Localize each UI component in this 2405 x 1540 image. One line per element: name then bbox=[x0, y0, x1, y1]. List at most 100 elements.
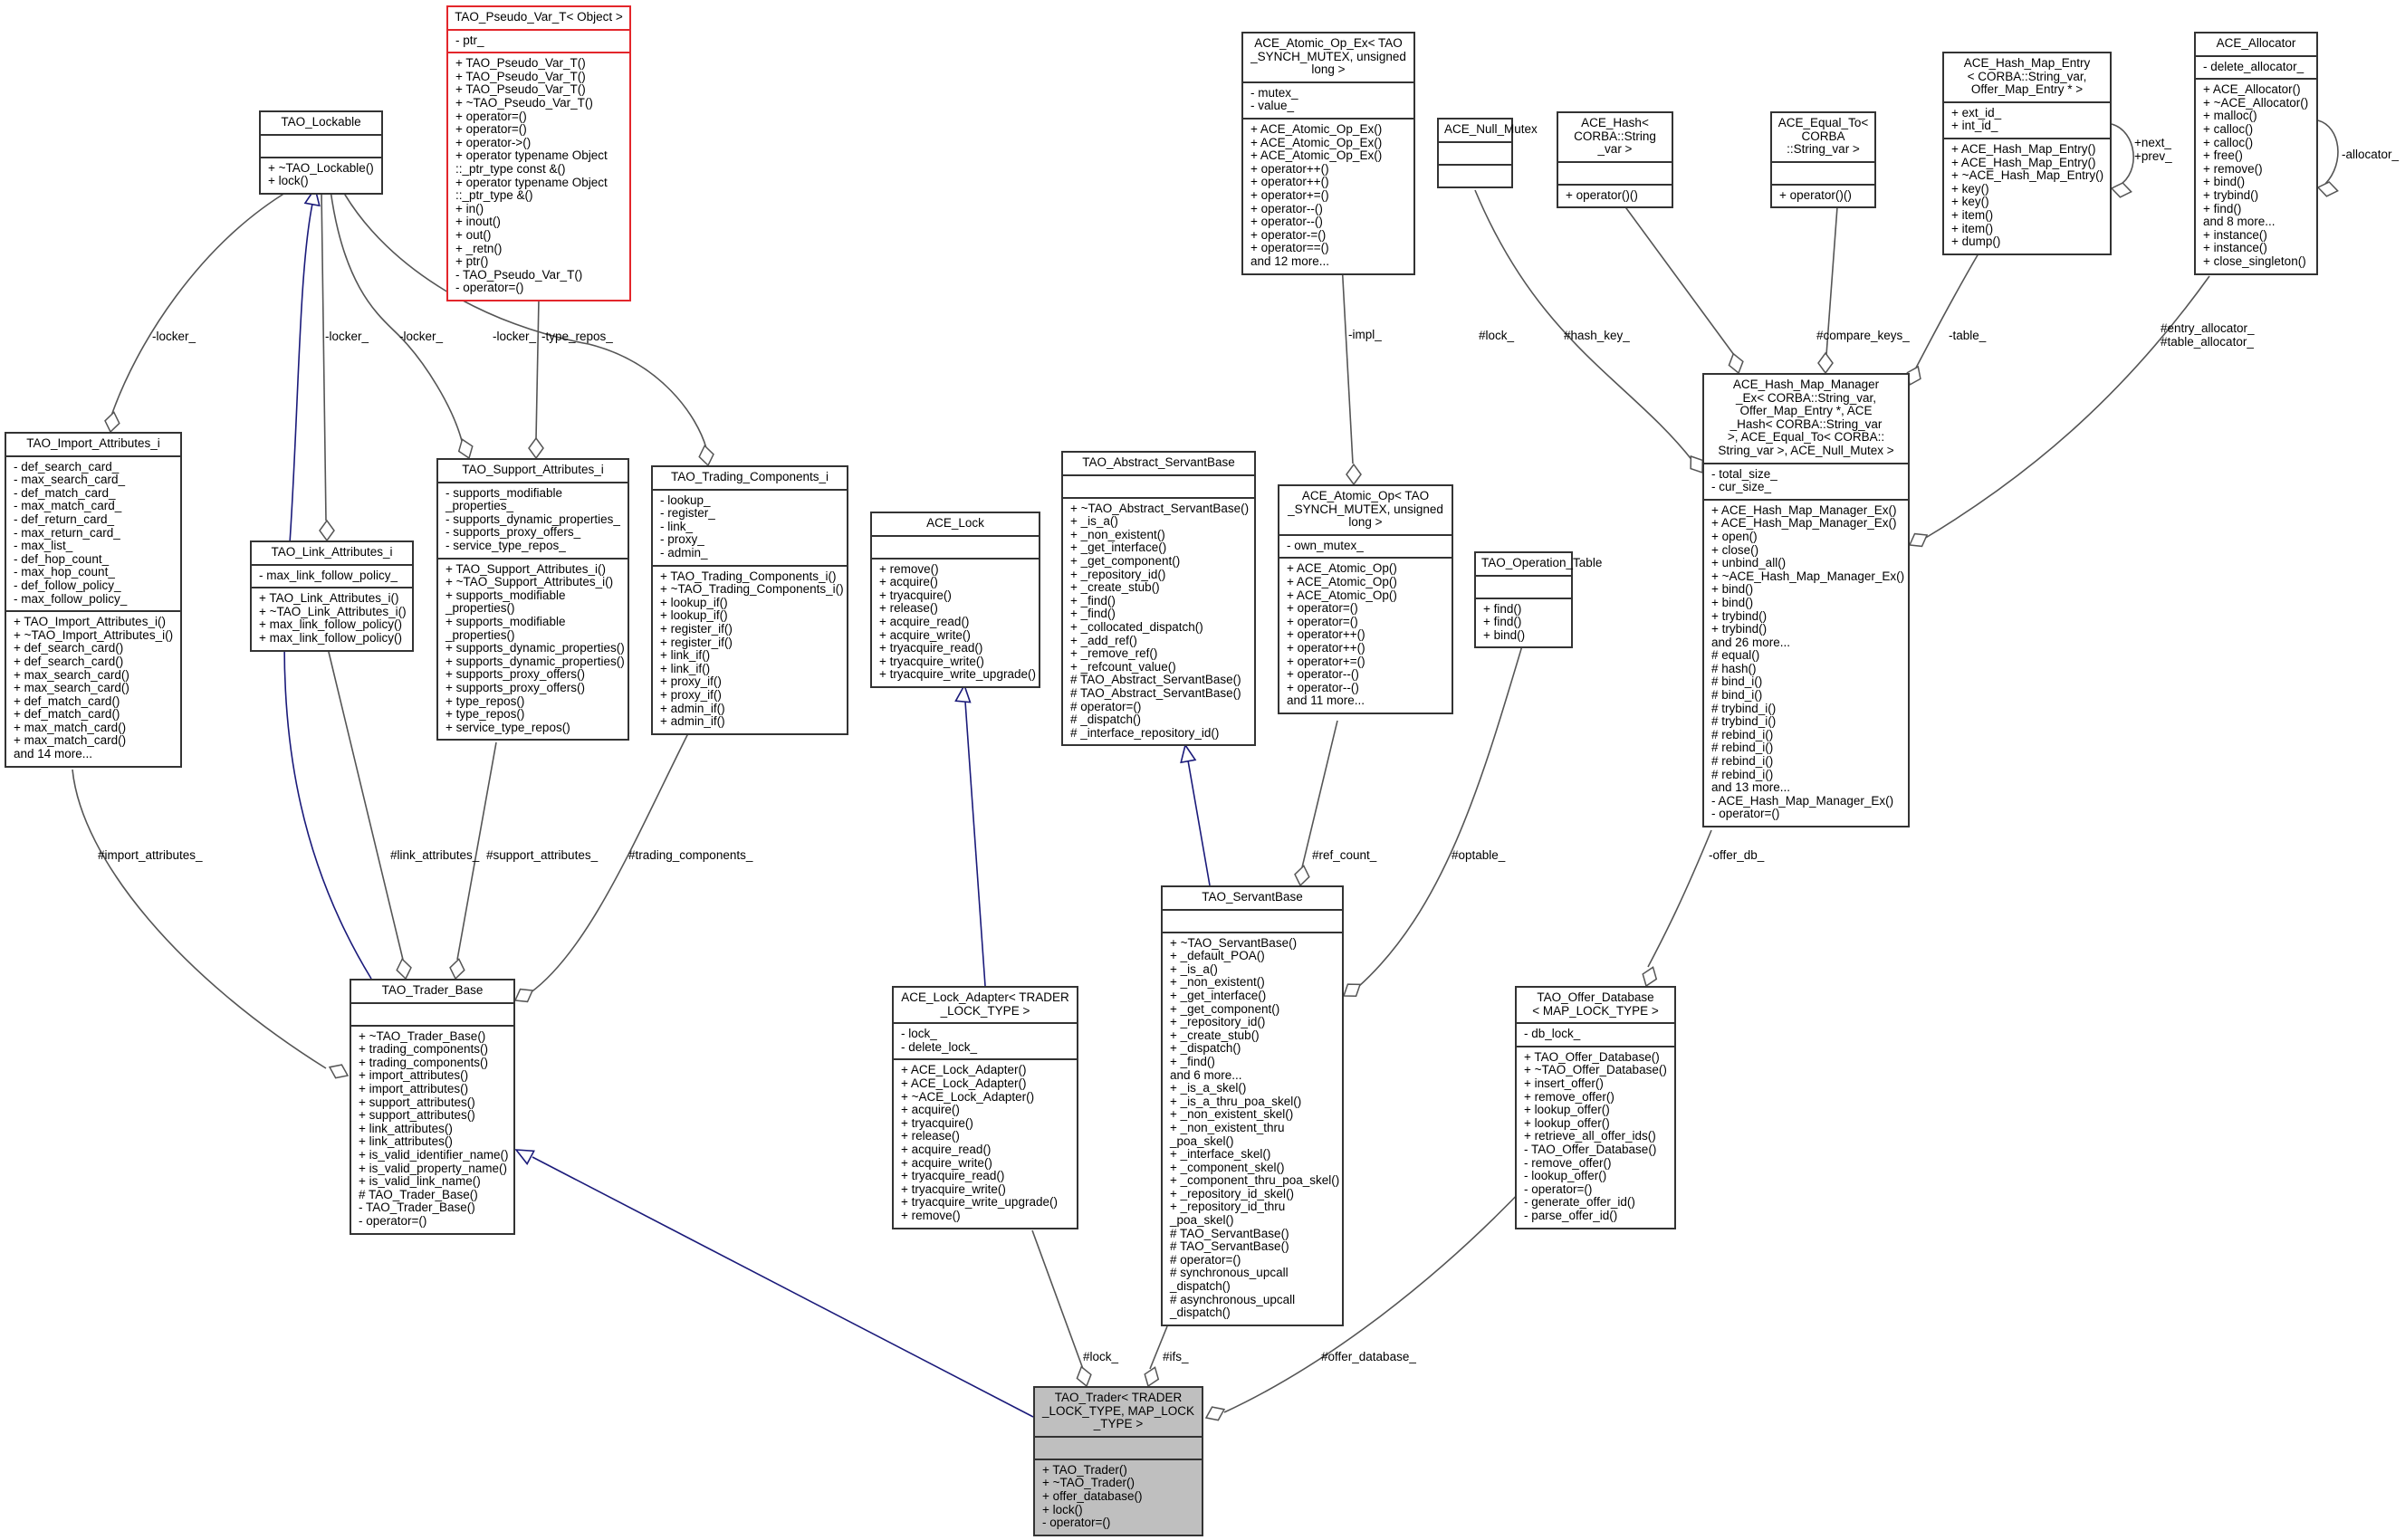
method-row: + calloc() bbox=[2203, 135, 2254, 149]
class-ace-atomic-op-ex[interactable]: ACE_Atomic_Op_Ex< TAO _SYNCH_MUTEX, unsi… bbox=[1241, 32, 1415, 275]
method-row: + support_attributes() bbox=[359, 1108, 475, 1123]
method-row: + trading_components() bbox=[359, 1042, 488, 1057]
method-row: - operator=() bbox=[1042, 1516, 1111, 1530]
method-row: + max_link_follow_policy() bbox=[259, 630, 402, 645]
method-row: + TAO_Trading_Components_i() bbox=[660, 569, 837, 583]
class-tao-abstract-servantbase[interactable]: TAO_Abstract_ServantBase + ~TAO_Abstract_… bbox=[1061, 451, 1256, 747]
method-row: # trybind_i() bbox=[1711, 714, 1777, 729]
method-row: + malloc() bbox=[2203, 109, 2257, 123]
aggregation-diamond-icon bbox=[1076, 1365, 1092, 1388]
method-row: + supports_dynamic_properties() bbox=[446, 641, 625, 655]
aggregation-diamond-icon bbox=[513, 988, 534, 1003]
class-tao-offer-database[interactable]: TAO_Offer_Database < MAP_LOCK_TYPE > - db… bbox=[1515, 986, 1676, 1229]
method-row: # TAO_Abstract_ServantBase() bbox=[1070, 685, 1241, 700]
aggregation-diamond-icon bbox=[2316, 181, 2339, 197]
method-row: + _is_a_thru_poa_skel() bbox=[1170, 1094, 1302, 1108]
attribute-row: - def_hop_count_ bbox=[14, 551, 110, 566]
class-methods: + ~TAO_Abstract_ServantBase() + _is_a() + … bbox=[1063, 496, 1254, 745]
class-attributes bbox=[872, 534, 1039, 558]
class-ace-hash-map-manager-ex[interactable]: ACE_Hash_Map_Manager _Ex< CORBA::String_… bbox=[1702, 373, 1910, 827]
method-row: + operator++() bbox=[1250, 161, 1329, 176]
method-row: + acquire() bbox=[901, 1103, 960, 1117]
class-ace-allocator[interactable]: ACE_Allocator - delete_allocator_ + ACE_Al… bbox=[2194, 32, 2318, 275]
class-tao-trader-base[interactable]: TAO_Trader_Base + ~TAO_Trader_Base() + tra… bbox=[350, 979, 515, 1235]
class-tao-pseudo-var[interactable]: TAO_Pseudo_Var_T< Object > - ptr_ + TAO_Ps… bbox=[446, 5, 631, 301]
class-tao-operation-table[interactable]: TAO_Operation_Table + find() + find() + bin… bbox=[1474, 551, 1602, 649]
method-row: + ~ACE_Hash_Map_Entry() bbox=[1951, 168, 2104, 183]
method-row: + operator==() bbox=[1250, 241, 1329, 255]
method-row: + ~TAO_Link_Attributes_i() bbox=[259, 604, 407, 618]
attribute-row: - max_search_card_ bbox=[14, 473, 126, 487]
class-attributes: - ptr_ bbox=[448, 28, 629, 53]
method-row: + trading_components() bbox=[359, 1055, 488, 1069]
method-row: + lookup_offer() bbox=[1524, 1103, 1610, 1117]
class-tao-import-attributes[interactable]: TAO_Import_Attributes_i - def_search_card… bbox=[5, 432, 182, 768]
method-row: # operator=() bbox=[1170, 1252, 1241, 1267]
class-ace-equal-to[interactable]: ACE_Equal_To< CORBA ::String_var > + oper… bbox=[1770, 111, 1876, 209]
class-tao-trading-components[interactable]: TAO_Trading_Components_i - lookup_ - regis… bbox=[651, 465, 848, 735]
class-tao-trader[interactable]: TAO_Trader< TRADER _LOCK_TYPE, MAP_LOCK … bbox=[1033, 1386, 1203, 1536]
aggregation-diamond-icon bbox=[1690, 454, 1704, 474]
method-row: + close_singleton() bbox=[2203, 253, 2306, 268]
aggregation-diamond-icon bbox=[1817, 351, 1834, 375]
method-row: + _default_POA() bbox=[1170, 949, 1265, 963]
class-ace-atomic-op[interactable]: ACE_Atomic_Op< TAO _SYNCH_MUTEX, unsigne… bbox=[1278, 484, 1453, 714]
aggregation-diamond-icon bbox=[457, 438, 474, 460]
class-attributes: + ext_id_ + int_id_ bbox=[1944, 100, 2110, 138]
class-tao-link-attributes[interactable]: TAO_Link_Attributes_i - max_link_follow_p… bbox=[250, 540, 414, 652]
class-title: ACE_Hash< CORBA::String _var > bbox=[1574, 116, 1656, 157]
method-row: + TAO_Pseudo_Var_T() bbox=[455, 82, 586, 97]
attribute-row: - max_follow_policy_ bbox=[14, 591, 128, 606]
method-row: + def_match_card() bbox=[14, 707, 120, 722]
method-row: # rebind_i() bbox=[1711, 754, 1774, 769]
edge-label-link-attributes: #link_attributes_ bbox=[390, 848, 480, 862]
class-ace-lock[interactable]: ACE_Lock + remove() + acquire() + tryacquir… bbox=[870, 512, 1040, 688]
class-methods: + TAO_Import_Attributes_i() + ~TAO_Import… bbox=[6, 610, 180, 766]
method-row: + ~TAO_Pseudo_Var_T() bbox=[455, 95, 593, 110]
aggregation-diamond-icon bbox=[1294, 865, 1310, 887]
edge-label-next-prev: +next_ +prev_ bbox=[2134, 136, 2172, 163]
edge-label-compare-keys: #compare_keys_ bbox=[1816, 329, 1910, 342]
class-tao-support-attributes[interactable]: TAO_Support_Attributes_i - supports_modif… bbox=[436, 458, 629, 741]
class-title: TAO_Trader_Base bbox=[381, 983, 484, 997]
class-ace-hash-map-entry[interactable]: ACE_Hash_Map_Entry < CORBA::String_var, … bbox=[1942, 52, 2112, 255]
method-row: + supports_proxy_offers() bbox=[446, 667, 585, 682]
method-row: # TAO_ServantBase() bbox=[1170, 1239, 1289, 1254]
method-row: + unbind_all() bbox=[1711, 556, 1787, 570]
class-tao-lockable[interactable]: TAO_Lockable + ~TAO_Lockable() + lock() bbox=[259, 110, 383, 195]
class-methods: + ACE_Hash_Map_Manager_Ex() + ACE_Hash_Ma… bbox=[1704, 498, 1908, 826]
method-row: + offer_database() bbox=[1042, 1488, 1143, 1503]
method-row: + ~TAO_Import_Attributes_i() bbox=[14, 627, 174, 642]
method-row: + def_match_card() bbox=[14, 693, 120, 708]
method-row: + admin_if() bbox=[660, 701, 725, 715]
method-row: + operator--() bbox=[1250, 201, 1323, 215]
method-row: + TAO_Trader() bbox=[1042, 1462, 1127, 1477]
edge-label-locker-import: -locker_ bbox=[152, 330, 196, 343]
class-attributes bbox=[1476, 574, 1571, 598]
method-row: and 12 more... bbox=[1250, 253, 1330, 268]
class-title: TAO_Import_Attributes_i bbox=[26, 436, 160, 450]
edge-inherit-ace-lock bbox=[964, 701, 986, 987]
class-methods: + TAO_Trader() + ~TAO_Trader() + offer_dat… bbox=[1035, 1458, 1202, 1535]
method-row: + trybind() bbox=[2203, 187, 2259, 202]
attribute-row: - own_mutex_ bbox=[1287, 538, 1364, 552]
aggregation-diamond-icon bbox=[2110, 182, 2132, 198]
method-row: _properties() bbox=[446, 627, 515, 642]
class-ace-lock-adapter[interactable]: ACE_Lock_Adapter< TRADER _LOCK_TYPE > - l… bbox=[892, 986, 1078, 1229]
class-ace-null-mutex[interactable]: ACE_Null_Mutex bbox=[1437, 118, 1538, 188]
method-row: + max_search_card() bbox=[14, 681, 129, 695]
method-row: # bind_i() bbox=[1711, 674, 1763, 689]
method-row: + find() bbox=[1483, 601, 1522, 616]
class-tao-servantbase[interactable]: TAO_ServantBase + ~TAO_ServantBase() + _de… bbox=[1161, 885, 1344, 1326]
method-row: + proxy_if() bbox=[660, 687, 722, 702]
method-row: + _is_a() bbox=[1070, 514, 1118, 529]
class-ace-hash[interactable]: ACE_Hash< CORBA::String _var > + operator… bbox=[1557, 111, 1673, 209]
method-row: + acquire_read() bbox=[901, 1142, 992, 1156]
edge-lock-null-mutex bbox=[1474, 189, 1694, 463]
method-row: + ~TAO_Trading_Components_i() bbox=[660, 582, 844, 597]
class-title: TAO_Trader< TRADER _LOCK_TYPE, MAP_LOCK … bbox=[1041, 1391, 1195, 1431]
attribute-row: _properties_ bbox=[446, 499, 514, 513]
method-row: + link_attributes() bbox=[359, 1121, 453, 1135]
edge-label-locker-trading: -locker_ bbox=[493, 330, 537, 343]
class-title: ACE_Hash_Map_Entry < CORBA::String_var, … bbox=[1963, 56, 2091, 97]
